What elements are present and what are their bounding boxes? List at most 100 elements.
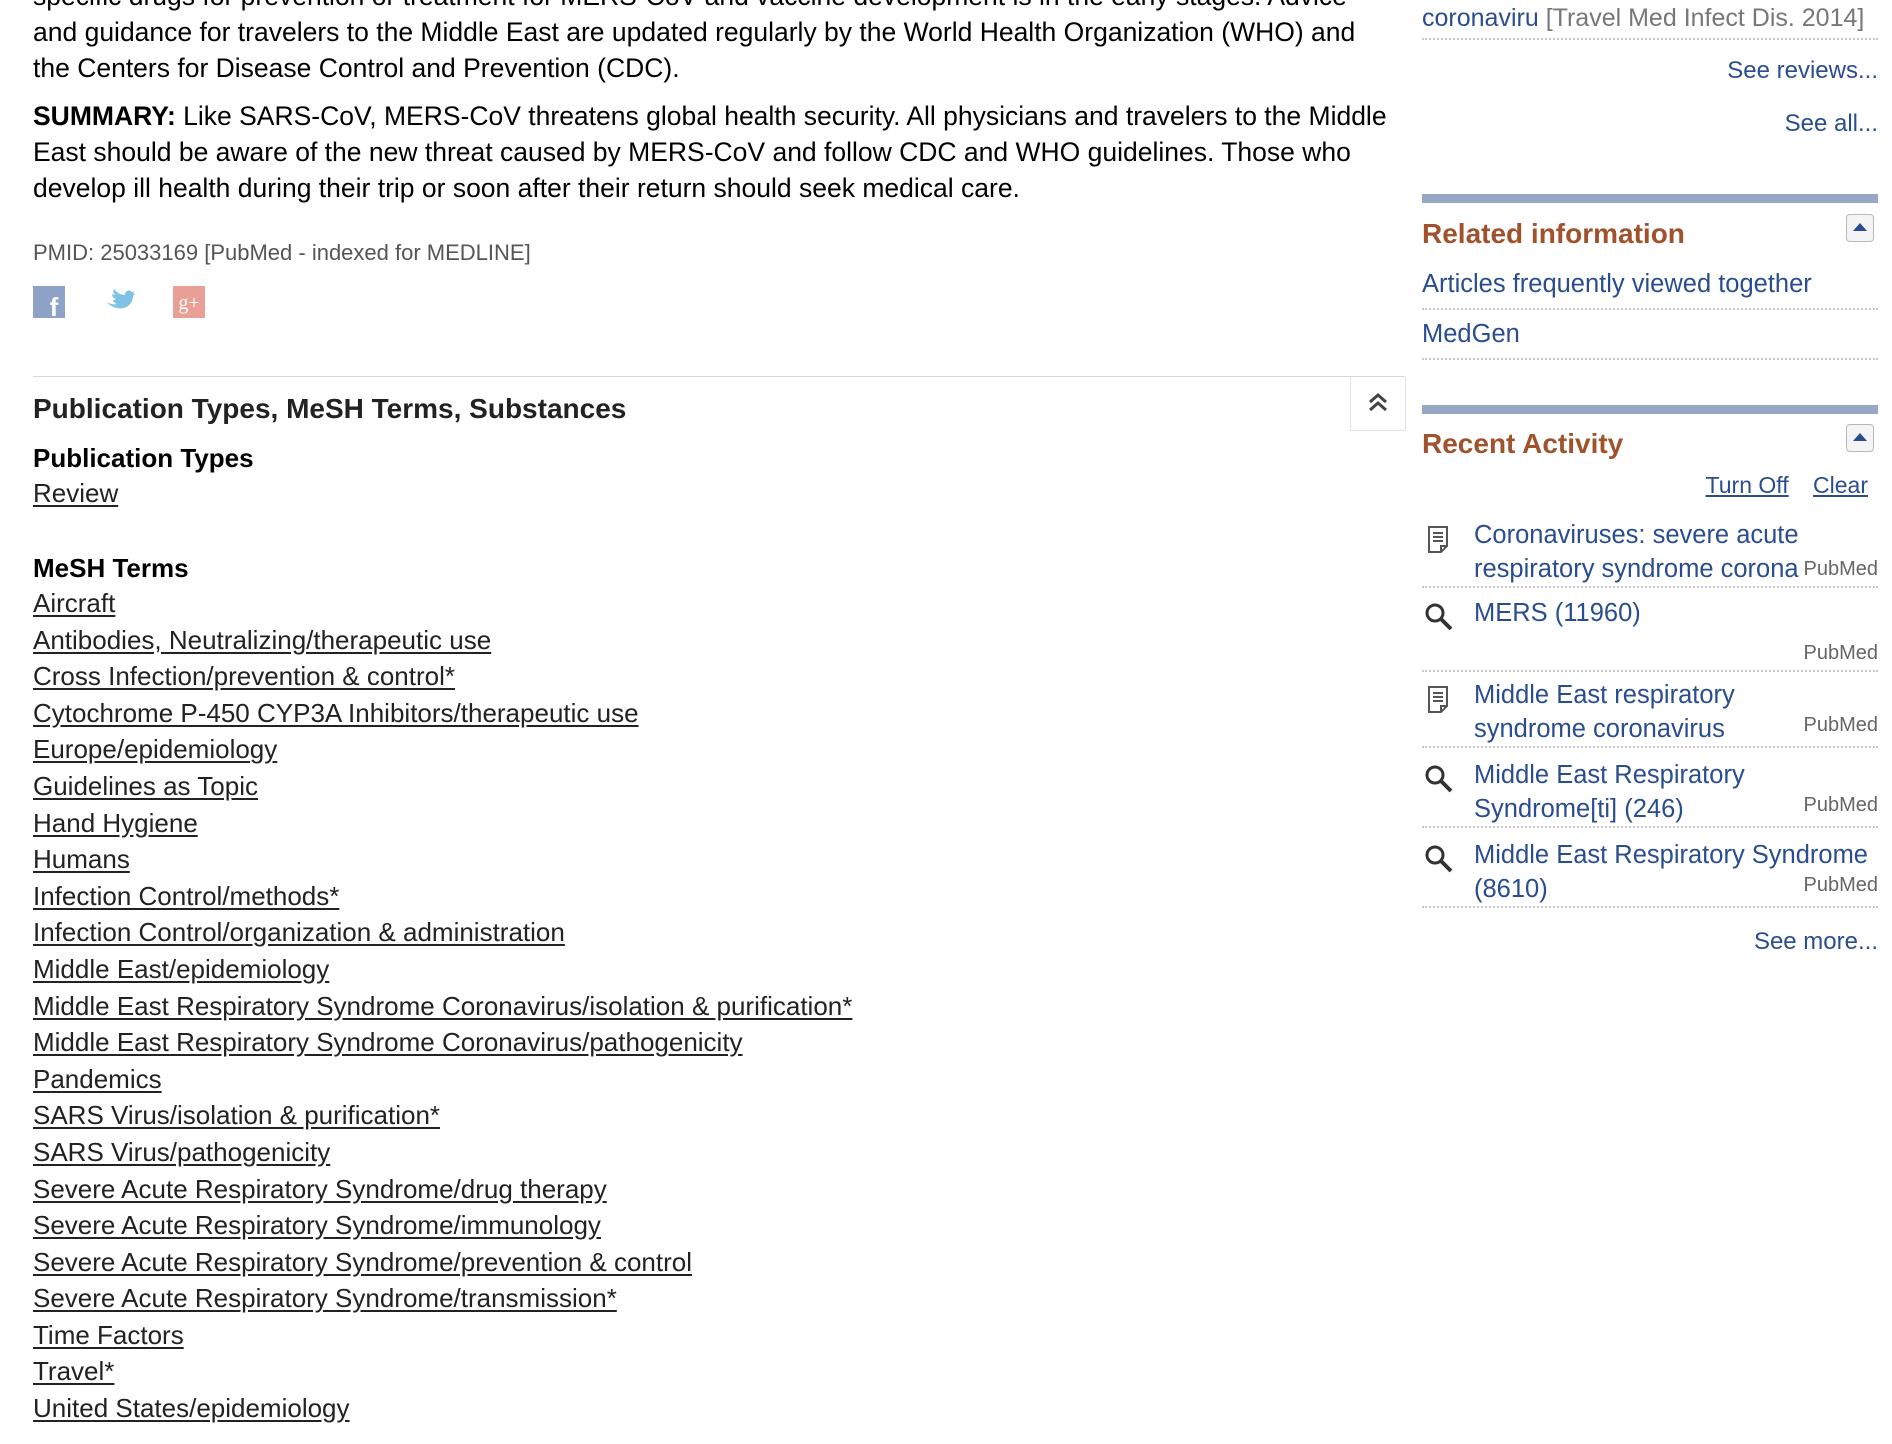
turn-off-link[interactable]: Turn Off: [1706, 472, 1789, 498]
recent-activity-text: Coronaviruses: severe acute respiratory …: [1474, 521, 1799, 583]
recent-activity-text: MERS (11960): [1474, 599, 1641, 627]
mesh-term-link[interactable]: Severe Acute Respiratory Syndrome/drug t…: [33, 1174, 607, 1204]
recent-activity-item[interactable]: Middle East Respiratory Syndrome (8610) …: [1422, 838, 1878, 908]
list-item: Antibodies, Neutralizing/therapeutic use: [33, 622, 852, 659]
search-icon: [1425, 845, 1453, 873]
list-item: Pandemics: [33, 1061, 852, 1098]
similar-article-item: coronaviru [Travel Med Infect Dis. 2014]: [1422, 0, 1878, 40]
list-item: Severe Acute Respiratory Syndrome/preven…: [33, 1244, 852, 1281]
section-divider: [33, 376, 1405, 377]
portlet-top-bar: [1422, 194, 1878, 203]
similar-article-link[interactable]: coronaviru: [1422, 4, 1539, 32]
publication-type-link[interactable]: Review: [33, 478, 118, 508]
list-item: SARS Virus/isolation & purification*: [33, 1097, 852, 1134]
document-icon: [1428, 526, 1448, 553]
double-chevron-up-icon: [1369, 393, 1387, 412]
list-item: Cytochrome P-450 CYP3A Inhibitors/therap…: [33, 695, 852, 732]
list-item: United States/epidemiology: [33, 1390, 852, 1427]
recent-activity-source: PubMed: [1803, 874, 1879, 896]
recent-activity-item[interactable]: MERS (11960) PubMed: [1422, 596, 1878, 672]
mesh-term-link[interactable]: Guidelines as Topic: [33, 771, 258, 801]
collapse-related-toggle[interactable]: [1846, 214, 1874, 242]
pmid-line: PMID: 25033169 [PubMed - indexed for MED…: [33, 240, 531, 265]
document-icon: [1428, 686, 1448, 713]
similar-article-source: [Travel Med Infect Dis. 2014]: [1545, 4, 1865, 32]
list-item: Middle East Respiratory Syndrome Coronav…: [33, 1024, 852, 1061]
summary-label: SUMMARY:: [33, 101, 176, 131]
mesh-terms-heading: MeSH Terms: [33, 553, 189, 583]
abstract-text: specific drugs for prevention or treatme…: [33, 0, 1356, 83]
search-icon: [1425, 765, 1453, 793]
list-item: Review: [33, 475, 118, 512]
mesh-term-link[interactable]: Cross Infection/prevention & control*: [33, 661, 455, 691]
mesh-term-link[interactable]: Travel*: [33, 1356, 114, 1386]
collapse-recent-toggle[interactable]: [1846, 424, 1874, 452]
facebook-icon[interactable]: f: [33, 286, 65, 318]
mesh-term-link[interactable]: Severe Acute Respiratory Syndrome/preven…: [33, 1247, 692, 1277]
related-info-link[interactable]: MedGen: [1422, 310, 1878, 360]
list-item: Infection Control/methods*: [33, 878, 852, 915]
list-item: SARS Virus/pathogenicity: [33, 1134, 852, 1171]
svg-text:f: f: [50, 292, 59, 318]
list-item: Europe/epidemiology: [33, 731, 852, 768]
list-item: Severe Acute Respiratory Syndrome/immuno…: [33, 1207, 852, 1244]
mesh-term-link[interactable]: Middle East Respiratory Syndrome Coronav…: [33, 991, 852, 1021]
clear-link[interactable]: Clear: [1813, 472, 1868, 498]
section-title: Publication Types, MeSH Terms, Substance…: [33, 393, 627, 424]
recent-activity-text: Middle East Respiratory Syndrome[ti] (24…: [1474, 761, 1745, 823]
mesh-term-link[interactable]: Infection Control/organization & adminis…: [33, 917, 565, 947]
mesh-term-link[interactable]: Infection Control/methods*: [33, 881, 339, 911]
list-item: Severe Acute Respiratory Syndrome/transm…: [33, 1280, 852, 1317]
mesh-term-link[interactable]: United States/epidemiology: [33, 1393, 350, 1423]
portlet-top-bar: [1422, 405, 1878, 414]
recent-activity-item[interactable]: Coronaviruses: severe acute respiratory …: [1422, 518, 1878, 588]
mesh-term-link[interactable]: Time Factors: [33, 1320, 184, 1350]
mesh-term-link[interactable]: Europe/epidemiology: [33, 734, 277, 764]
twitter-icon[interactable]: [103, 286, 135, 318]
list-item: Aircraft: [33, 585, 852, 622]
recent-activity-source: PubMed: [1803, 714, 1879, 736]
see-reviews-link[interactable]: See reviews...: [1727, 57, 1878, 85]
recent-activity-controls: Turn Off Clear: [1688, 472, 1868, 499]
mesh-term-link[interactable]: Hand Hygiene: [33, 808, 198, 838]
mesh-term-link[interactable]: Pandemics: [33, 1064, 162, 1094]
mesh-term-link[interactable]: Antibodies, Neutralizing/therapeutic use: [33, 625, 491, 655]
list-item: Guidelines as Topic: [33, 768, 852, 805]
list-item: Humans: [33, 841, 852, 878]
related-info-link[interactable]: Articles frequently viewed together: [1422, 260, 1878, 310]
publication-types-heading: Publication Types: [33, 443, 254, 473]
mesh-term-link[interactable]: Middle East/epidemiology: [33, 954, 329, 984]
mesh-term-link[interactable]: SARS Virus/isolation & purification*: [33, 1100, 440, 1130]
search-icon: [1425, 603, 1453, 631]
recent-activity-item[interactable]: Middle East respiratory syndrome coronav…: [1422, 678, 1878, 748]
list-item: Travel*: [33, 1353, 852, 1390]
publication-types-list: Review: [33, 475, 118, 512]
recent-activity-title: Recent Activity: [1422, 428, 1624, 459]
list-item: Cross Infection/prevention & control*: [33, 658, 852, 695]
mesh-term-link[interactable]: Severe Acute Respiratory Syndrome/immuno…: [33, 1210, 601, 1240]
recent-activity-source: PubMed: [1803, 794, 1879, 816]
mesh-term-link[interactable]: Cytochrome P-450 CYP3A Inhibitors/therap…: [33, 698, 639, 728]
mesh-term-link[interactable]: Aircraft: [33, 588, 115, 618]
mesh-term-link[interactable]: Severe Acute Respiratory Syndrome/transm…: [33, 1283, 617, 1313]
list-item: Middle East/epidemiology: [33, 951, 852, 988]
list-item: Hand Hygiene: [33, 805, 852, 842]
list-item: Infection Control/organization & adminis…: [33, 914, 852, 951]
mesh-term-link[interactable]: SARS Virus/pathogenicity: [33, 1137, 330, 1167]
related-information-title: Related information: [1422, 218, 1685, 249]
recent-activity-source: PubMed: [1803, 558, 1879, 580]
google-plus-icon[interactable]: g+: [173, 286, 205, 318]
list-item: Time Factors: [33, 1317, 852, 1354]
see-more-link[interactable]: See more...: [1754, 928, 1878, 956]
mesh-term-link[interactable]: Middle East Respiratory Syndrome Coronav…: [33, 1027, 743, 1057]
mesh-term-link[interactable]: Humans: [33, 844, 130, 874]
mesh-terms-list: Aircraft Antibodies, Neutralizing/therap…: [33, 585, 852, 1427]
collapse-section-button[interactable]: [1350, 377, 1406, 431]
recent-activity-source: PubMed: [1803, 642, 1879, 664]
recent-activity-text: Middle East respiratory syndrome coronav…: [1474, 681, 1735, 743]
summary-text: Like SARS-CoV, MERS-CoV threatens global…: [33, 101, 1387, 203]
abstract-summary: SUMMARY: Like SARS-CoV, MERS-CoV threate…: [33, 98, 1393, 206]
see-all-link[interactable]: See all...: [1785, 110, 1878, 138]
svg-text:g+: g+: [178, 292, 199, 314]
recent-activity-item[interactable]: Middle East Respiratory Syndrome[ti] (24…: [1422, 758, 1878, 828]
